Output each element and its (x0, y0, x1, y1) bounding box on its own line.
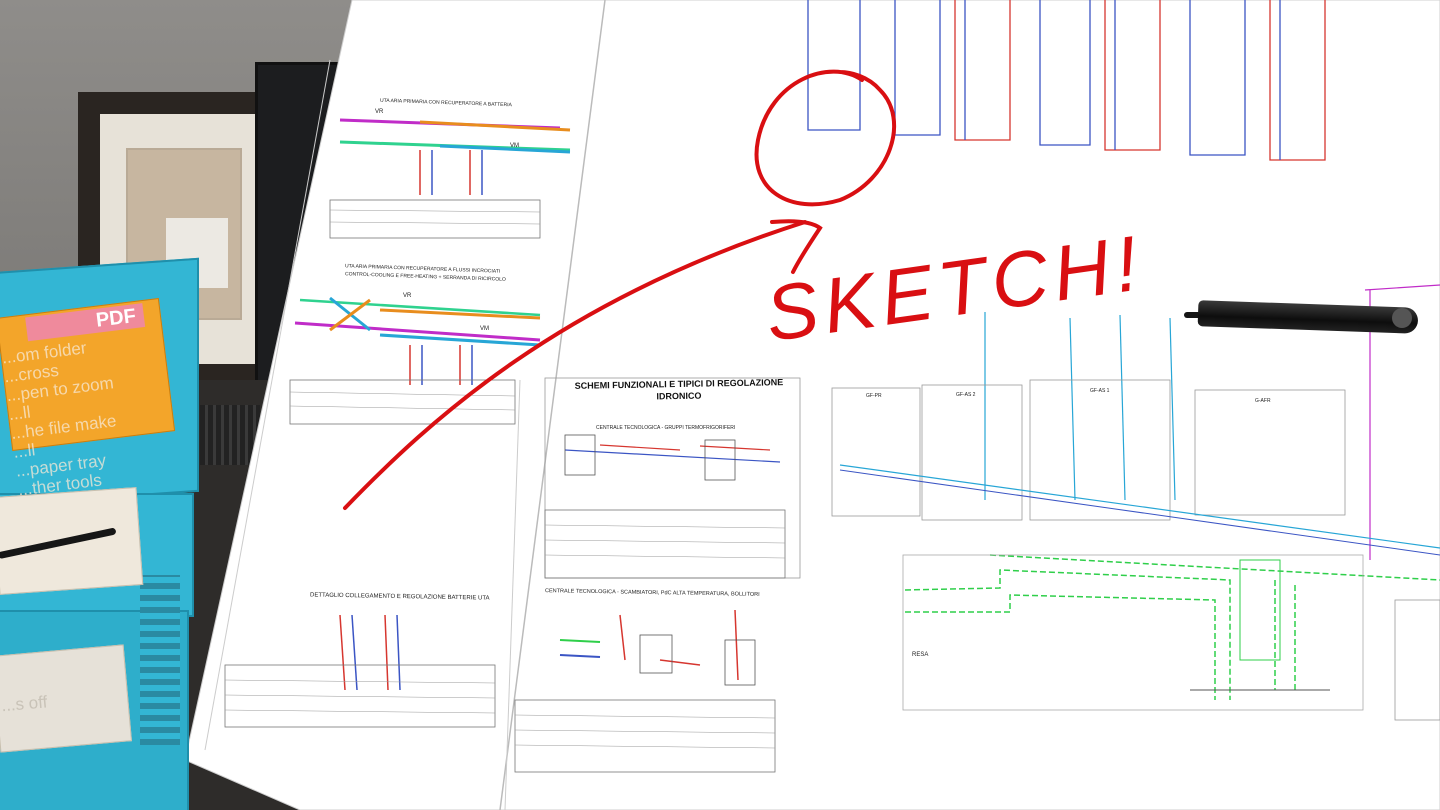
gf-label-4: G-AFR (1255, 398, 1271, 404)
gf-label-1: GF-PR (866, 393, 882, 399)
central-plant-label-1: CENTRALE TECNOLOGICA - GRUPPI TERMOFRIGO… (596, 425, 736, 431)
gf-label-2: GF-AS 2 (956, 392, 976, 398)
pdf-card-hint: ...om folder ...cross ...pen to zoom ...… (0, 338, 118, 500)
vr-workspace-scene: UTA ARIA PRIMARIA CON RECUPERATORE A BAT… (0, 0, 1440, 810)
off-tool-card[interactable]: ...s off (0, 644, 132, 753)
gf-label-3: GF-AS 1 (1090, 388, 1110, 394)
resa-label: RESA (912, 652, 929, 658)
vr-label-2: VR (403, 293, 412, 299)
off-card-hint: ...s off (0, 692, 49, 716)
stylus-body (1197, 300, 1419, 334)
stylus-pen[interactable] (1184, 298, 1428, 338)
pen-tool-card[interactable] (0, 487, 144, 595)
vm-label-2: VM (480, 326, 489, 332)
stylus-button-icon (1392, 308, 1412, 328)
pen-icon (0, 527, 117, 560)
pdf-tool-card[interactable]: PDF ...om folder ...cross ...pen to zoom… (0, 298, 176, 500)
drawing-title-block: SCHEMI FUNZIONALI E TIPICI DI REGOLAZION… (555, 377, 803, 416)
vm-label: VM (510, 143, 519, 149)
vr-label: VR (375, 109, 384, 115)
